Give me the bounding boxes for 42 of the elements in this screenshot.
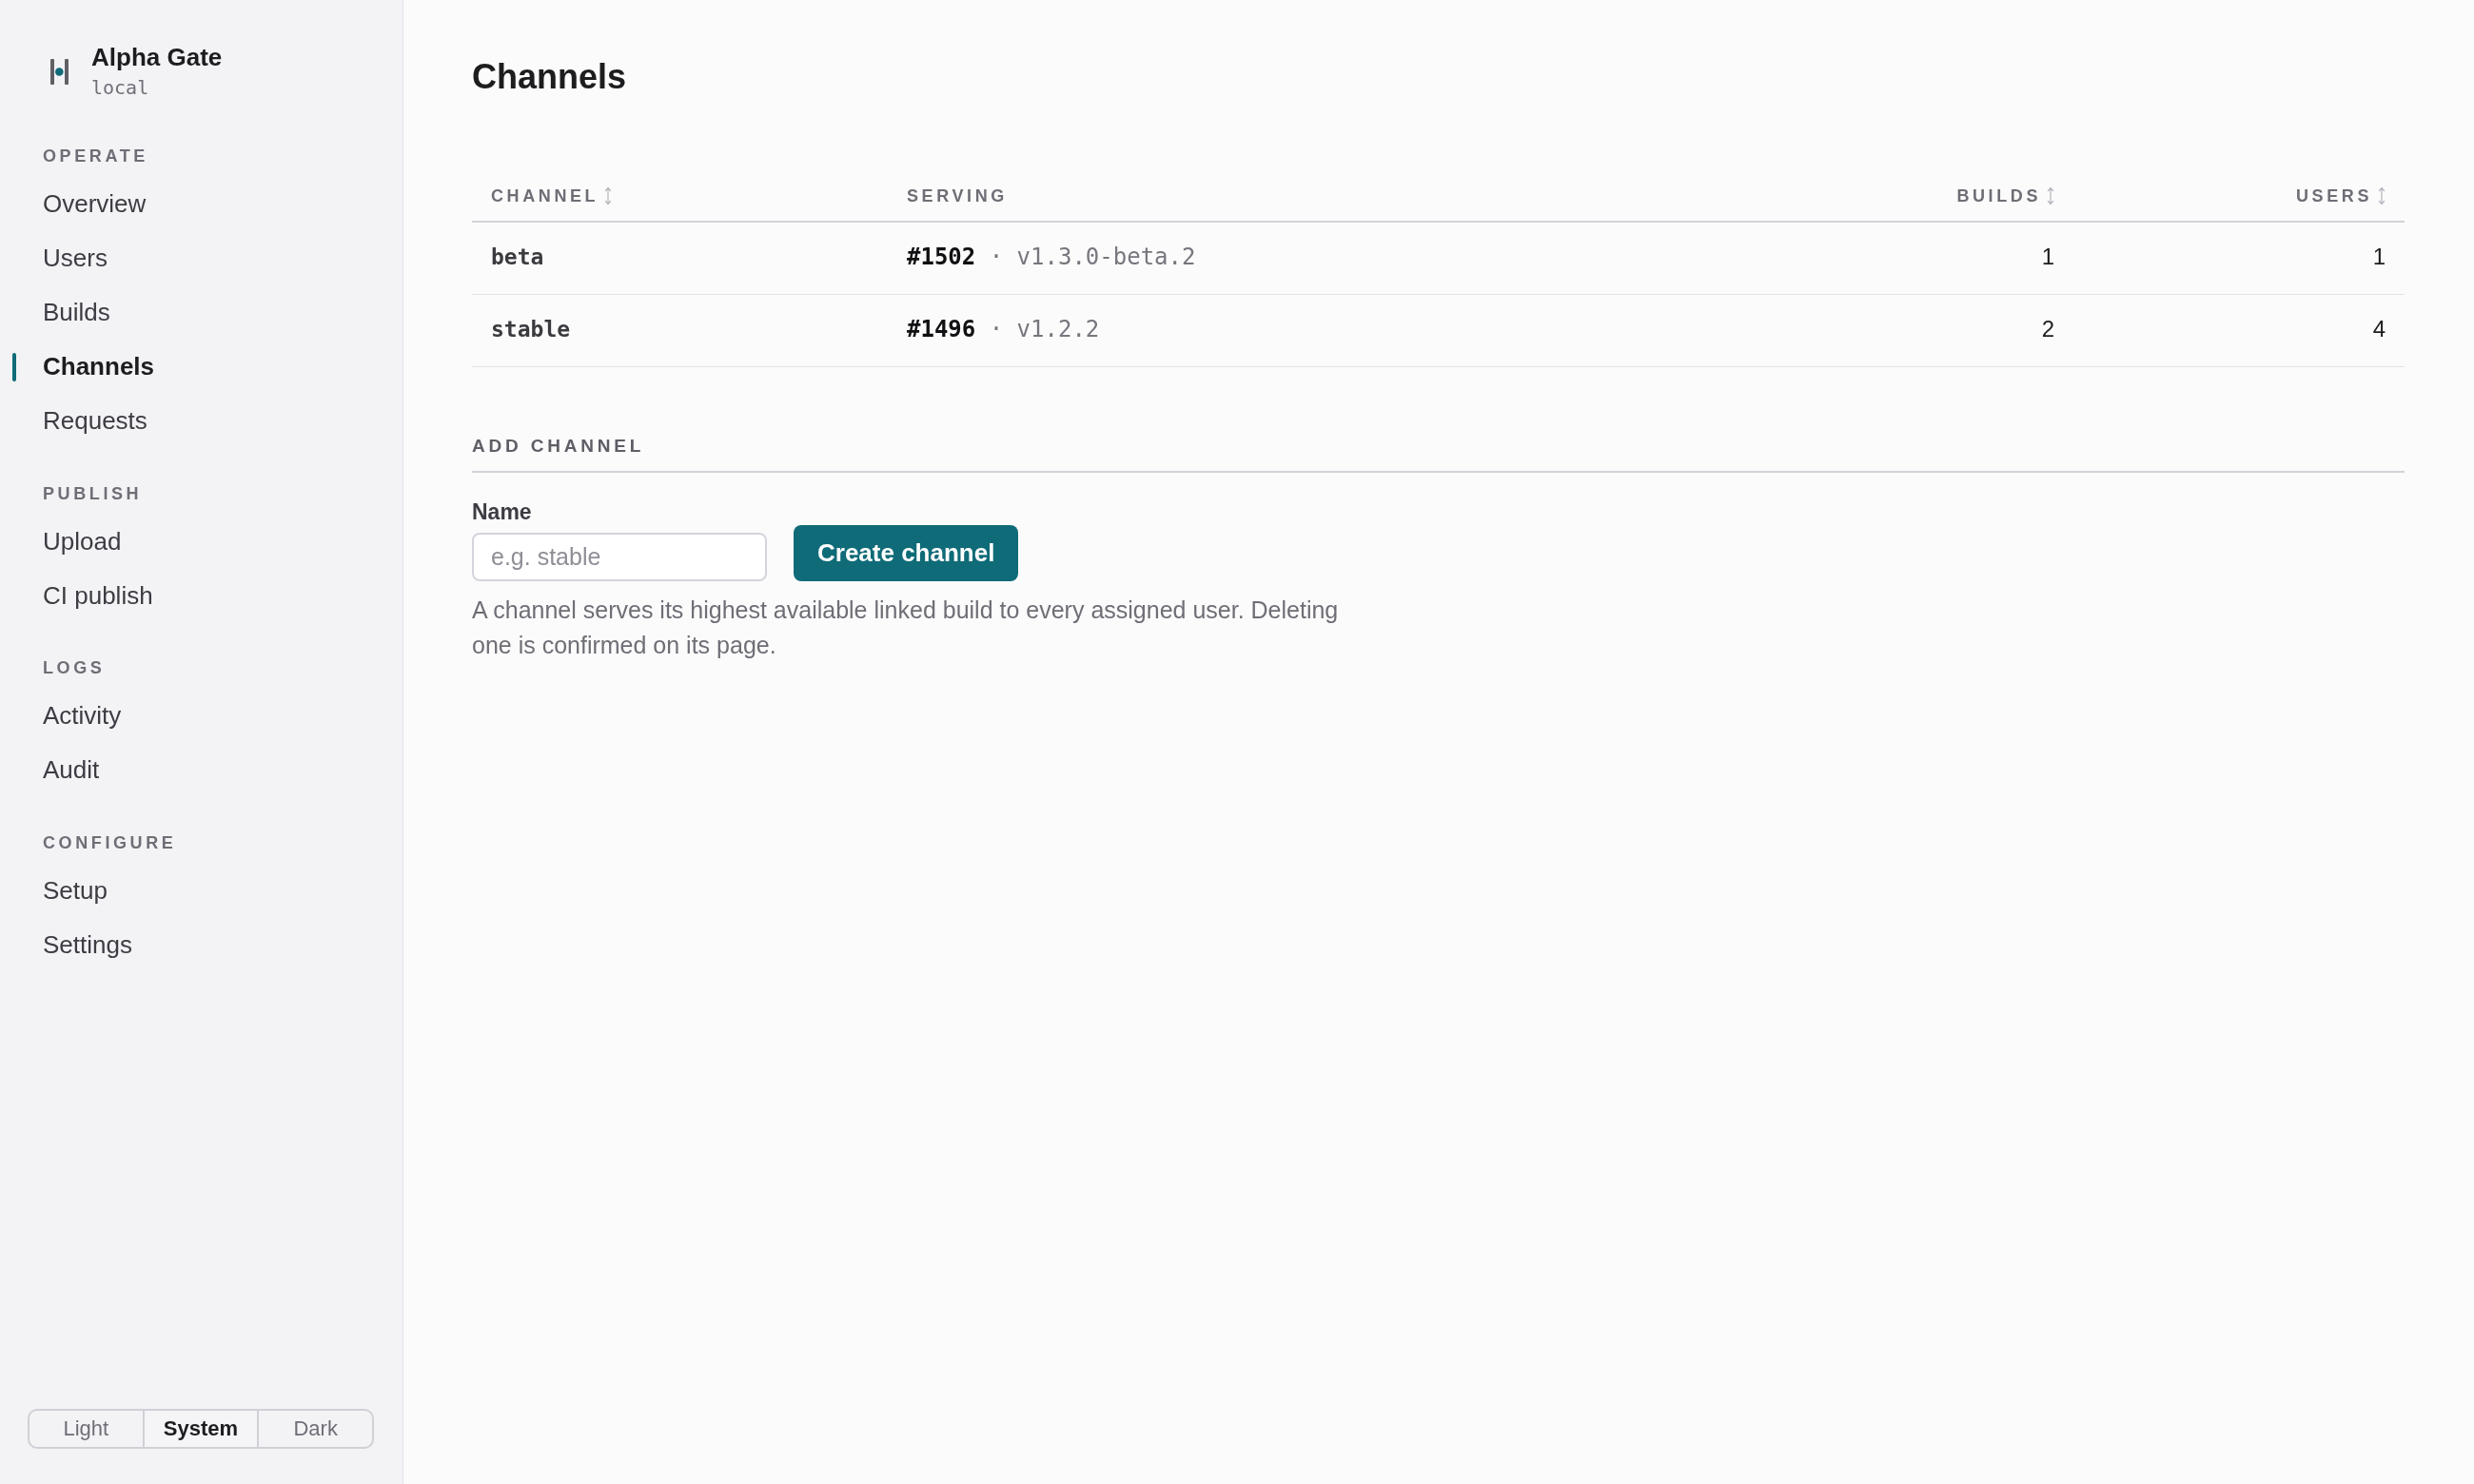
section-heading: ADD CHANNEL: [472, 434, 2405, 473]
nav-item[interactable]: Channels: [12, 340, 374, 394]
serving-build: #1502 · v1.3.0-beta.2: [907, 244, 1196, 270]
nav-section-heading: OPERATE: [43, 146, 148, 167]
theme-option[interactable]: Light: [29, 1411, 143, 1447]
name-field[interactable]: e.g. stable: [472, 533, 767, 581]
sort-icon: [2047, 186, 2054, 205]
nav-section-heading: LOGS: [43, 657, 106, 679]
logo-icon: [50, 58, 69, 85]
brand-subtitle: local: [91, 75, 149, 100]
channel-name: beta: [491, 244, 544, 269]
brand-name: Alpha Gate: [91, 43, 223, 71]
count-value: 1: [2372, 244, 2386, 269]
nav-section-heading: CONFIGURE: [43, 831, 177, 854]
nav-item[interactable]: Upload: [12, 514, 374, 569]
channel-name: stable: [491, 317, 571, 342]
nav-section-heading: PUBLISH: [43, 482, 143, 505]
nav-item[interactable]: Activity: [12, 689, 374, 743]
nav-item[interactable]: Builds: [12, 285, 374, 340]
nav-item[interactable]: Settings: [12, 917, 374, 972]
help-text: A channel serves its highest available linked build to every assigned user. Deleting one is confirmed on its page.: [472, 596, 1340, 660]
nav-item[interactable]: CI publish: [12, 568, 374, 623]
nav-item[interactable]: Users: [12, 231, 374, 285]
nav-item[interactable]: Overview: [12, 177, 374, 231]
field-label: Name: [472, 498, 532, 525]
count-value: 4: [2372, 316, 2386, 342]
column-header: SERVING: [907, 186, 1008, 205]
sort-icon: [2378, 186, 2386, 205]
page-title: Channels: [472, 56, 627, 98]
count-value: 1: [2041, 244, 2054, 269]
serving-build: #1496 · v1.2.2: [907, 316, 1100, 342]
nav-item[interactable]: Setup: [12, 863, 374, 918]
nav-item[interactable]: Audit: [12, 743, 374, 797]
column-header[interactable]: BUILDS: [1956, 185, 2054, 207]
column-header[interactable]: USERS: [2296, 185, 2386, 207]
create-channel-button[interactable]: Create channel: [794, 525, 1019, 581]
active-indicator: [12, 352, 16, 381]
sort-icon: [604, 186, 613, 205]
count-value: 2: [2041, 316, 2054, 342]
column-header[interactable]: CHANNEL: [491, 185, 613, 207]
nav-item[interactable]: Requests: [12, 394, 374, 448]
theme-option[interactable]: Dark: [257, 1411, 372, 1447]
